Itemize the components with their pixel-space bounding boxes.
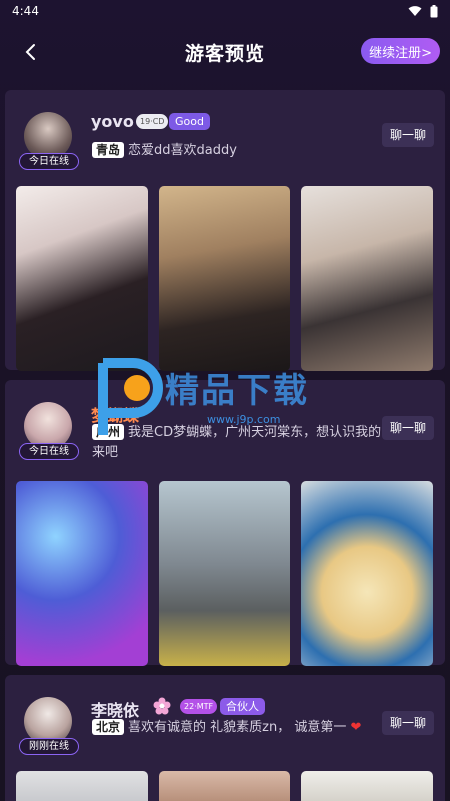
online-status-badge: 刚刚在线	[19, 738, 79, 755]
post-photo[interactable]	[301, 481, 434, 666]
post-header: 今日在线 yovo 19·CD Good 青岛 恋爱dd喜欢daddy 聊一聊	[5, 90, 445, 180]
post-photo[interactable]	[16, 481, 148, 666]
battery-icon	[430, 4, 438, 17]
post-photo[interactable]	[16, 186, 148, 371]
post-header: 刚刚在线 李晓依 22·MTF 合伙人 北京 喜欢有诚意的 礼貌素质zn， 诚意第…	[5, 675, 445, 765]
status-icons	[408, 4, 438, 18]
post-bio: 广州 我是CD梦蝴蝶，广州天河棠东，想认识我的来吧	[92, 423, 382, 463]
photo-grid	[16, 771, 434, 801]
post-photo[interactable]	[158, 186, 291, 371]
partner-badge: 合伙人	[220, 698, 265, 715]
post-photo[interactable]	[301, 186, 434, 371]
city-tag: 青岛	[92, 142, 125, 158]
flower-icon	[153, 697, 171, 715]
post-photo[interactable]	[16, 771, 148, 801]
online-status-badge: 今日在线	[19, 153, 79, 170]
post-card[interactable]: 刚刚在线 李晓依 22·MTF 合伙人 北京 喜欢有诚意的 礼貌素质zn， 诚意第…	[5, 675, 445, 801]
username[interactable]: yovo	[91, 112, 134, 131]
age-tag: 19·CD	[136, 114, 169, 129]
status-time: 4:44	[12, 4, 39, 18]
photo-grid	[16, 481, 434, 666]
online-status-badge: 今日在线	[19, 443, 79, 460]
city-tag: 北京	[92, 719, 125, 735]
back-arrow-icon	[25, 44, 35, 60]
back-button[interactable]	[16, 36, 44, 68]
good-badge: Good	[169, 113, 210, 130]
bio-text: 恋爱dd喜欢daddy	[128, 143, 237, 158]
post-card[interactable]: 今日在线 yovo 19·CD Good 青岛 恋爱dd喜欢daddy 聊一聊	[5, 90, 445, 371]
status-bar: 4:44	[0, 0, 450, 22]
heart-icon: ❤	[350, 720, 362, 735]
photo-grid	[16, 186, 434, 371]
post-bio: 青岛 恋爱dd喜欢daddy	[92, 141, 382, 161]
continue-register-button[interactable]: 继续注册>	[361, 38, 440, 64]
post-bio: 北京 喜欢有诚意的 礼貌素质zn， 诚意第一 ❤	[92, 718, 384, 738]
post-photo[interactable]	[158, 771, 291, 801]
post-feed: 今日在线 yovo 19·CD Good 青岛 恋爱dd喜欢daddy 聊一聊 今…	[5, 90, 445, 801]
page-title: 游客预览	[184, 42, 265, 65]
post-photo[interactable]	[158, 481, 291, 666]
age-tag: 22·MTF	[180, 699, 218, 714]
bio-text: 喜欢有诚意的 礼貌素质zn， 诚意第一	[128, 720, 347, 735]
post-photo[interactable]	[301, 771, 434, 801]
post-card[interactable]: 今日在线 梦蝴蝶 广州 我是CD梦蝴蝶，广州天河棠东，想认识我的来吧 聊一聊	[5, 380, 445, 666]
chat-button[interactable]: 聊一聊	[382, 123, 434, 147]
wifi-icon	[408, 6, 422, 16]
chat-button[interactable]: 聊一聊	[382, 416, 434, 440]
app-bar: 游客预览 继续注册>	[0, 28, 450, 76]
city-tag: 广州	[92, 424, 125, 440]
post-header: 今日在线 梦蝴蝶 广州 我是CD梦蝴蝶，广州天河棠东，想认识我的来吧 聊一聊	[5, 380, 445, 470]
bio-text: 我是CD梦蝴蝶，广州天河棠东，想认识我的来吧	[92, 425, 382, 460]
chat-button[interactable]: 聊一聊	[382, 711, 434, 735]
